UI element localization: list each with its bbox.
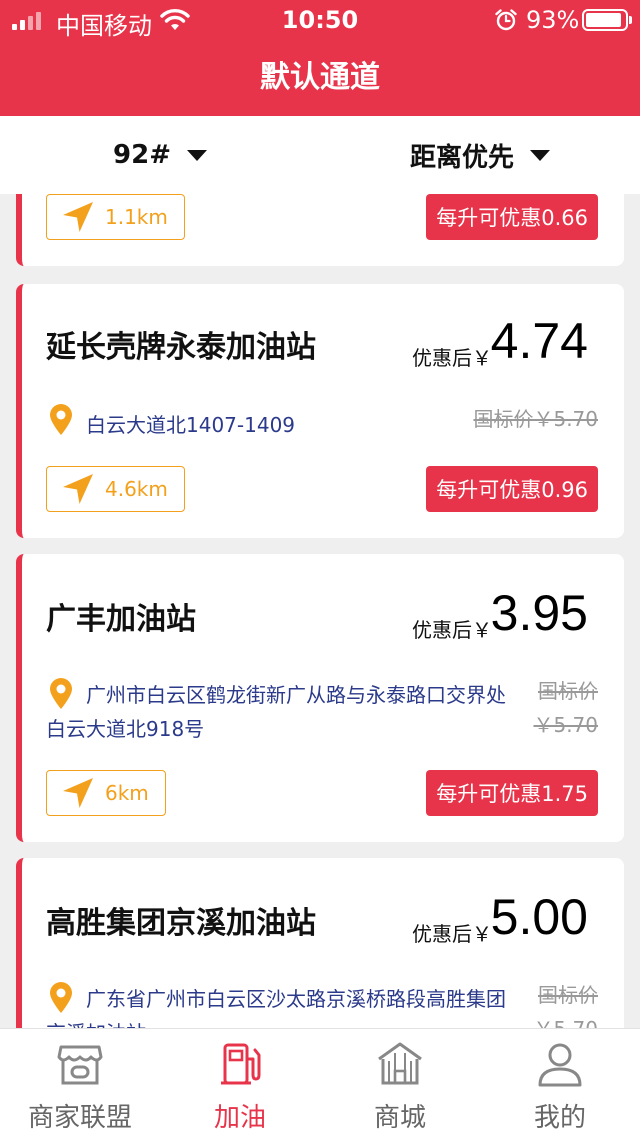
fuel-type-dropdown[interactable]: 92# [0,116,320,194]
page-title: 默认通道 [260,60,380,95]
sort-label: 距离优先 [409,142,514,173]
station-name: 延长壳牌永泰加油站 [46,330,316,365]
nav-bar: 默认通道 [0,40,640,116]
station-card[interactable]: 延长壳牌永泰加油站 优惠后￥ 4.74 白云大道北1407-1409 国标价￥5… [16,284,624,538]
discounted-price-label: 优惠后￥ [412,922,492,946]
user-icon [538,1043,582,1087]
discounted-price: 5.00 [490,889,588,945]
tab-mine[interactable]: 我的 [480,1029,640,1136]
tab-fuel[interactable]: 加油 [160,1029,320,1136]
navigate-button[interactable]: 6km [46,770,166,816]
sort-dropdown[interactable]: 距离优先 [320,116,640,194]
fuel-pump-icon [221,1043,261,1085]
tab-mall[interactable]: 商城 [320,1029,480,1136]
filter-bar: 92# 距离优先 [0,116,640,194]
station-name: 广丰加油站 [46,602,196,637]
discount-label: 每升可优惠1.75 [436,782,588,806]
discounted-price-label: 优惠后￥ [412,346,492,370]
standard-price: 国标价￥5.70 [533,679,598,737]
discount-button[interactable]: 每升可优惠1.75 [426,770,598,816]
tab-label: 商家联盟 [27,1103,132,1133]
station-card[interactable]: 高胜集团京溪加油站 优惠后￥ 5.00 广东省广州市白云区沙太路京溪桥路段高胜集… [16,858,624,1028]
discount-label: 每升可优惠0.96 [436,478,588,502]
distance-label: 1.1km [105,205,168,229]
mall-icon [378,1042,422,1085]
tab-label: 商城 [373,1103,426,1133]
station-card[interactable]: 1.1km 每升可优惠0.66 [16,194,624,266]
fuel-type-label: 92# [113,140,171,170]
discounted-price: 4.74 [490,313,588,369]
discount-label: 每升可优惠0.66 [436,206,588,230]
station-list[interactable]: 1.1km 每升可优惠0.66 延长壳牌永泰加油站 优惠后￥ 4.74 白云大道… [0,194,640,1028]
station-address: 广州市白云区鹤龙街新广从路与永泰路口交界处白云大道北918号 [46,683,506,741]
battery-icon [582,9,632,31]
caret-down-icon [186,149,207,161]
standard-price: 国标价￥5.70 [533,983,598,1028]
station-address: 广东省广州市白云区沙太路京溪桥路段高胜集团京溪加油站 [46,987,506,1028]
station-name: 高胜集团京溪加油站 [46,906,316,941]
caret-down-icon [530,149,550,161]
navigate-button[interactable]: 1.1km [46,194,185,240]
distance-label: 6km [105,781,149,805]
shop-icon [57,1045,103,1085]
station-address: 白云大道北1407-1409 [86,413,296,437]
station-card[interactable]: 广丰加油站 优惠后￥ 3.95 广州市白云区鹤龙街新广从路与永泰路口交界处白云大… [16,554,624,842]
navigation-arrow-icon [63,202,93,232]
navigate-button[interactable]: 4.6km [46,466,185,512]
tab-merchant-alliance[interactable]: 商家联盟 [0,1029,160,1136]
discount-button[interactable]: 每升可优惠0.66 [426,194,598,240]
discounted-price: 3.95 [490,585,588,641]
distance-label: 4.6km [105,477,168,501]
discount-button[interactable]: 每升可优惠0.96 [426,466,598,512]
battery-percent: 93% [526,6,580,34]
discounted-price-label: 优惠后￥ [412,618,492,642]
tab-label: 我的 [533,1103,586,1133]
alarm-icon [495,9,517,31]
tab-bar: 商家联盟 加油 商城 我的 [0,1028,640,1136]
tab-label: 加油 [213,1103,266,1133]
standard-price: 国标价￥5.70 [473,407,598,431]
navigation-arrow-icon [63,778,93,808]
navigation-arrow-icon [63,474,93,504]
